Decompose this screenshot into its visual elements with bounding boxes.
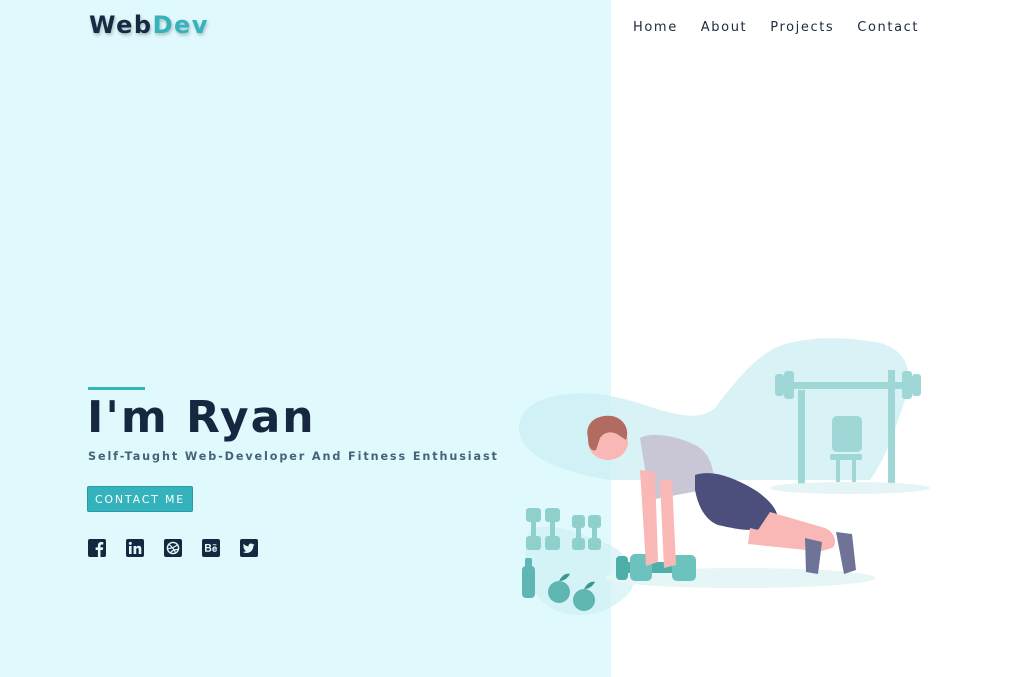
behance-icon[interactable] (202, 539, 220, 557)
dribbble-icon[interactable] (164, 539, 182, 557)
nav-link-contact[interactable]: Contact (857, 20, 919, 35)
nav-link-home[interactable]: Home (633, 20, 678, 35)
twitter-icon[interactable] (240, 539, 258, 557)
brand-logo-part2: Dev (152, 11, 209, 39)
nav-link-about[interactable]: About (701, 20, 747, 35)
fitness-illustration (519, 338, 930, 615)
hero-title: I'm Ryan (87, 392, 316, 443)
nav-link-projects[interactable]: Projects (770, 20, 834, 35)
social-links (88, 539, 258, 557)
contact-me-button[interactable]: CONTACT ME (87, 486, 193, 512)
brand-logo[interactable]: WebDev (89, 11, 209, 39)
linkedin-icon[interactable] (126, 539, 144, 557)
hero-subtitle: Self-Taught Web-Developer And Fitness En… (88, 450, 499, 463)
title-accent-line (88, 387, 145, 390)
facebook-icon[interactable] (88, 539, 106, 557)
brand-logo-part1: Web (89, 11, 153, 39)
main-nav: Home About Projects Contact (633, 20, 942, 35)
